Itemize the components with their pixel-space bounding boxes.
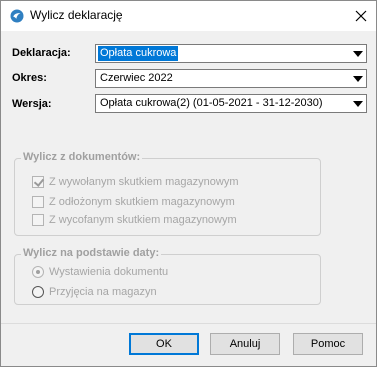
option-receipt-date[interactable]: Przyjęcia na magazyn <box>32 285 157 299</box>
app-logo-icon <box>10 9 24 23</box>
okres-value: Czerwiec 2022 <box>100 72 173 84</box>
wersja-select[interactable]: Opłata cukrowa(2) (01-05-2021 - 31-12-20… <box>95 94 367 113</box>
documents-group-legend: Wylicz z dokumentów: <box>21 151 143 163</box>
radio-selected-icon[interactable] <box>32 266 44 278</box>
chevron-down-icon[interactable] <box>353 51 363 57</box>
option-label: Z wywołanym skutkiem magazynowym <box>49 176 239 188</box>
deklaracja-select[interactable]: Opłata cukrowa <box>95 44 367 63</box>
dialog-window: Wylicz deklarację Deklaracja: Opłata cuk… <box>0 0 377 367</box>
deklaracja-label: Deklaracja: <box>12 47 71 59</box>
option-label: Z odłożonym skutkiem magazynowym <box>49 196 235 208</box>
date-group-legend: Wylicz na podstawie daty: <box>21 247 162 259</box>
checkbox-icon[interactable] <box>32 214 44 226</box>
option-label: Wystawienia dokumentu <box>49 266 169 278</box>
close-icon[interactable] <box>348 3 374 29</box>
checkbox-icon[interactable] <box>32 196 44 208</box>
wersja-value: Opłata cukrowa(2) (01-05-2021 - 31-12-20… <box>100 97 323 109</box>
option-effect-deferred[interactable]: Z odłożonym skutkiem magazynowym <box>32 195 235 209</box>
date-group: Wylicz na podstawie daty: Wystawienia do… <box>14 247 321 305</box>
documents-group: Wylicz z dokumentów: Z wywołanym skutkie… <box>14 151 321 236</box>
option-label: Z wycofanym skutkiem magazynowym <box>49 214 237 226</box>
help-button[interactable]: Pomoc <box>293 333 363 355</box>
chevron-down-icon[interactable] <box>353 76 363 82</box>
radio-icon[interactable] <box>32 286 44 298</box>
chevron-down-icon[interactable] <box>353 101 363 107</box>
okres-label: Okres: <box>12 72 47 84</box>
okres-select[interactable]: Czerwiec 2022 <box>95 69 367 88</box>
option-issue-date[interactable]: Wystawienia dokumentu <box>32 265 168 279</box>
checkbox-checked-icon[interactable] <box>32 176 44 188</box>
option-label: Przyjęcia na magazyn <box>49 286 157 298</box>
ok-button[interactable]: OK <box>129 333 199 355</box>
option-effect-executed[interactable]: Z wywołanym skutkiem magazynowym <box>32 175 239 189</box>
window-title: Wylicz deklarację <box>30 8 123 22</box>
wersja-label: Wersja: <box>12 98 52 110</box>
option-effect-withdrawn[interactable]: Z wycofanym skutkiem magazynowym <box>32 213 237 227</box>
cancel-button[interactable]: Anuluj <box>210 333 280 355</box>
title-bar: Wylicz deklarację <box>1 1 376 31</box>
deklaracja-value: Opłata cukrowa <box>98 46 179 61</box>
